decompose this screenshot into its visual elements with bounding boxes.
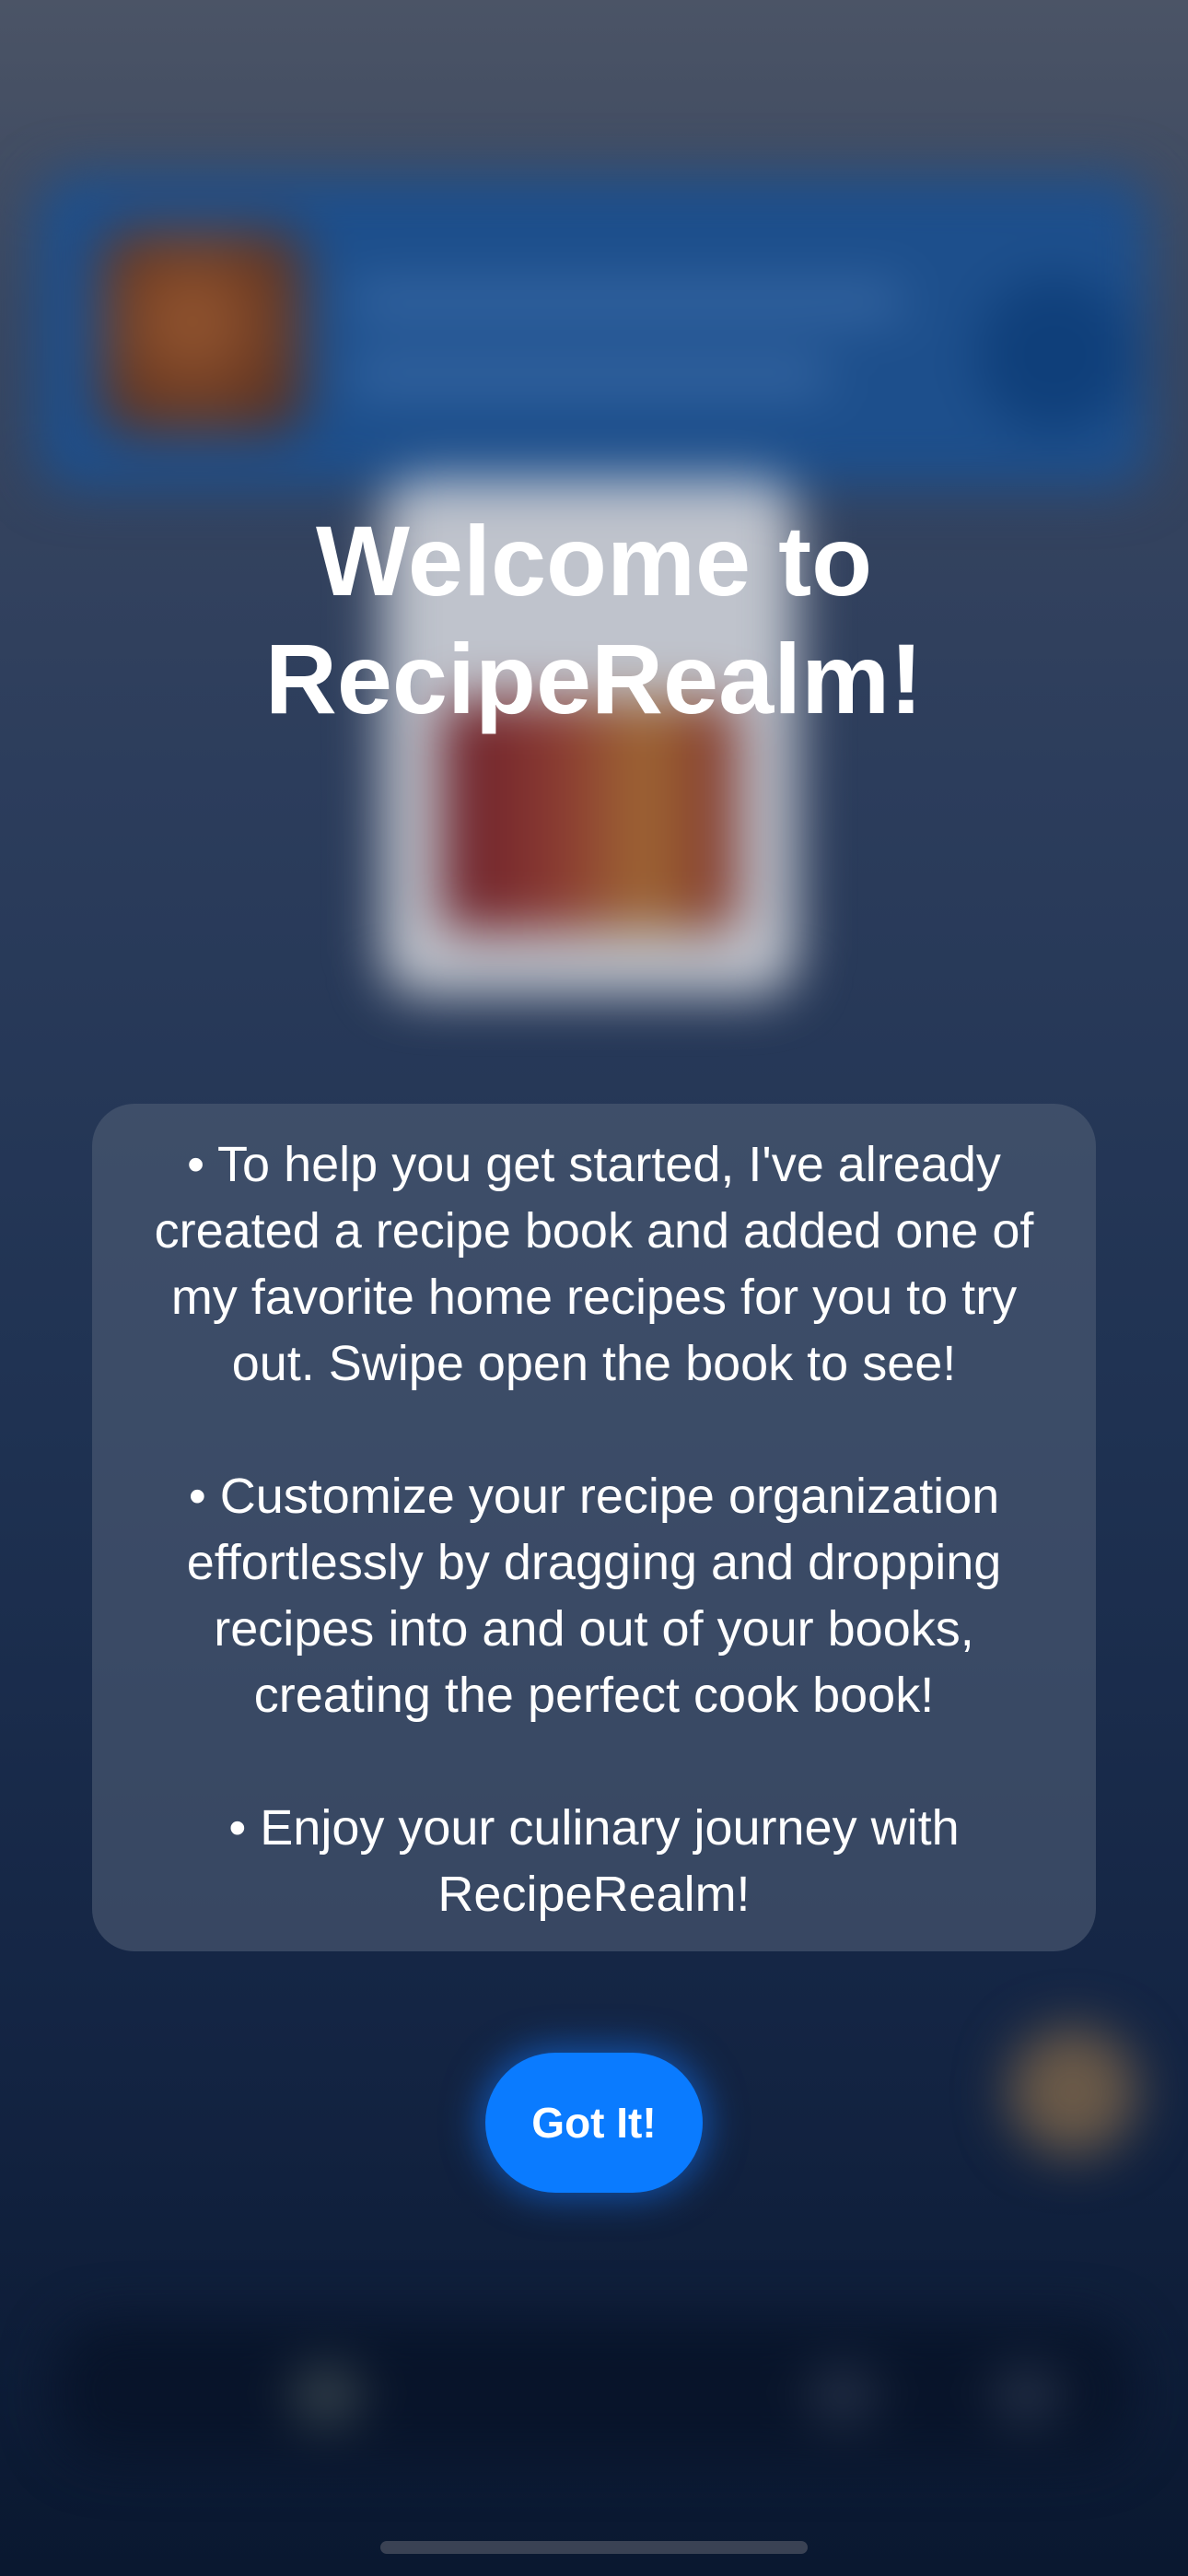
background-circle-button [976, 276, 1133, 433]
background-tab-bar [55, 2322, 1133, 2460]
background-tab-icon [995, 2368, 1059, 2423]
info-paragraph-getting-started: • To help you get started, I've already … [154, 1137, 1034, 1391]
info-paragraph-customize: • Customize your recipe organization eff… [186, 1469, 1002, 1723]
background-text-line [350, 359, 829, 391]
got-it-button[interactable]: Got It! [485, 2053, 703, 2193]
background-text-line [350, 286, 903, 317]
background-recipe-thumbnail [101, 230, 304, 433]
welcome-title: Welcome to RecipeRealm! [264, 505, 924, 734]
background-floating-button [1008, 2027, 1137, 2156]
home-indicator[interactable] [380, 2541, 808, 2554]
info-paragraph-enjoy: • Enjoy your culinary journey with Recip… [228, 1800, 960, 1922]
welcome-info-card: • To help you get started, I've already … [92, 1104, 1096, 1951]
background-tab-icon [295, 2368, 359, 2423]
background-tab-icon [810, 2368, 875, 2423]
